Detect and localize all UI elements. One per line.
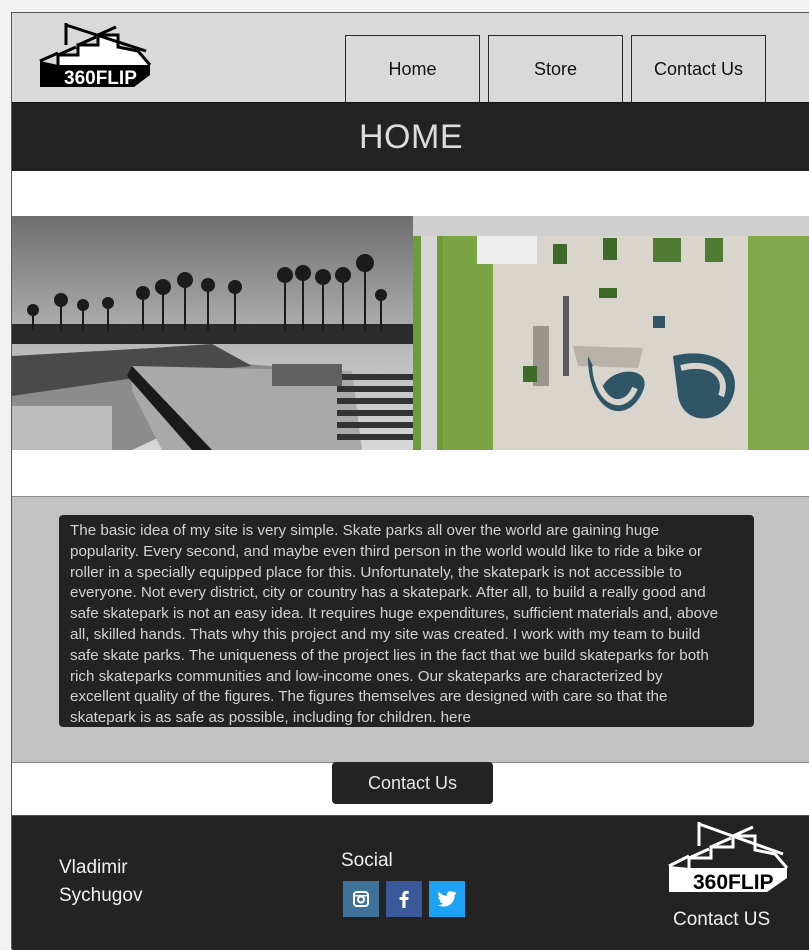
footer-contact-us-link[interactable]: Contact US bbox=[673, 909, 770, 931]
about-section: The basic idea of my site is very simple… bbox=[12, 496, 809, 763]
contact-us-button[interactable]: Contact Us bbox=[332, 762, 493, 804]
facebook-icon bbox=[399, 890, 409, 908]
page-title: HOME bbox=[359, 117, 463, 156]
footer-logo[interactable]: 360FLIP bbox=[667, 820, 791, 896]
twitter-icon bbox=[437, 891, 457, 907]
site-footer: Vladimir Sychugov Social 360FLIP Contact… bbox=[12, 815, 809, 950]
nav-contact-us[interactable]: Contact Us bbox=[631, 35, 766, 102]
nav-store[interactable]: Store bbox=[488, 35, 623, 102]
svg-text:360FLIP: 360FLIP bbox=[64, 68, 137, 89]
facebook-button[interactable] bbox=[386, 881, 422, 917]
nav-home[interactable]: Home bbox=[345, 35, 480, 102]
page: 360FLIP Home Store Contact Us HOME The b… bbox=[11, 12, 809, 950]
about-text: The basic idea of my site is very simple… bbox=[70, 522, 719, 727]
skatepark-aerial-photo bbox=[413, 216, 809, 450]
about-box: The basic idea of my site is very simple… bbox=[59, 515, 754, 727]
twitter-button[interactable] bbox=[429, 881, 465, 917]
instagram-button[interactable] bbox=[343, 881, 379, 917]
logo[interactable]: 360FLIP bbox=[38, 21, 152, 91]
svg-text:360FLIP: 360FLIP bbox=[693, 871, 774, 894]
skatepark-bw-photo bbox=[12, 216, 413, 450]
site-header: 360FLIP Home Store Contact Us bbox=[12, 13, 809, 102]
instagram-icon bbox=[353, 891, 369, 907]
page-title-bar: HOME bbox=[12, 102, 809, 171]
author-name: Vladimir Sychugov bbox=[59, 857, 143, 906]
social-label: Social bbox=[341, 850, 393, 871]
